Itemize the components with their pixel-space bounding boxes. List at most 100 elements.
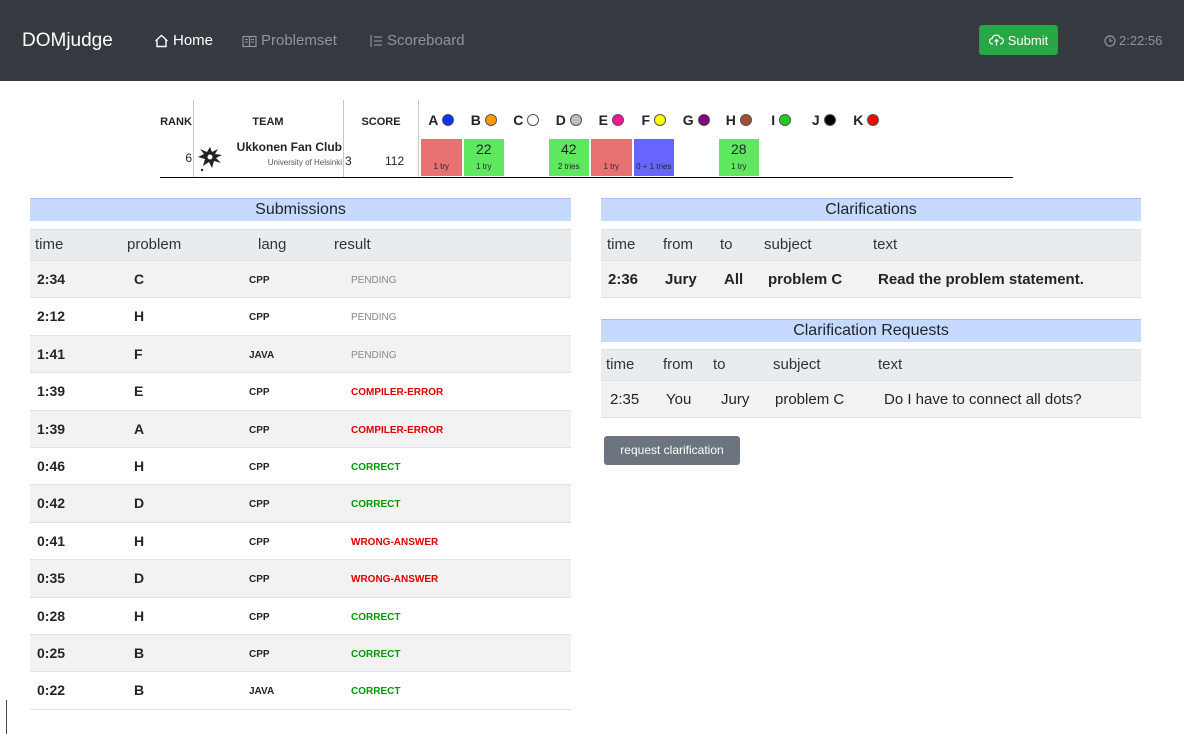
problem-cell-d[interactable]: 42 2 tries — [548, 139, 589, 176]
col-from: from — [663, 236, 693, 253]
balloon-icon — [779, 114, 792, 126]
problem-header-c[interactable]: C — [505, 100, 548, 140]
team-penalty: 112 — [385, 154, 405, 168]
submission-result: PENDING — [351, 349, 397, 361]
problem-label: F — [641, 112, 651, 128]
submission-problem: E — [134, 383, 144, 400]
problem-cell-e[interactable]: 1 try — [591, 139, 632, 176]
submission-row[interactable]: 0:42 D CPP CORRECT — [30, 485, 571, 523]
problem-header-e[interactable]: E — [590, 100, 633, 140]
rank-header: RANK — [160, 116, 192, 128]
submission-problem: H — [134, 308, 145, 325]
submission-row[interactable]: 0:35 D CPP WRONG-ANSWER — [30, 560, 571, 598]
problem-label: K — [853, 112, 864, 128]
problem-cell-i[interactable] — [761, 139, 802, 176]
clock-icon — [1104, 35, 1116, 47]
col-subject: subject — [764, 236, 812, 253]
nav-problemset[interactable]: Problemset — [242, 32, 337, 50]
submission-row[interactable]: 0:25 B CPP CORRECT — [30, 635, 571, 673]
clarification-request-row[interactable]: 2:35 You Jury problem C Do I have to con… — [601, 381, 1141, 418]
submission-time: 0:46 — [37, 458, 66, 474]
submit-button[interactable]: Submit — [979, 25, 1058, 55]
submission-time: 0:42 — [37, 495, 66, 512]
balloon-icon — [867, 114, 880, 126]
submission-row[interactable]: 1:41 F JAVA PENDING — [30, 335, 571, 374]
clarifications-table: time from to subject text 2:36 Jury All … — [601, 229, 1141, 299]
col-from: from — [663, 356, 693, 373]
request-clarification-button[interactable]: request clarification — [604, 436, 740, 465]
req-to: Jury — [721, 391, 750, 408]
submit-button-label: Submit — [1007, 32, 1049, 48]
submission-problem: H — [134, 607, 145, 624]
nav-scoreboard[interactable]: Scoreboard — [370, 32, 465, 50]
submission-result: COMPILER-ERROR — [351, 387, 444, 399]
problem-cell-h[interactable]: 28 1 try — [718, 139, 759, 176]
problem-header-h[interactable]: H — [718, 100, 761, 140]
problem-header-i[interactable]: I — [760, 100, 803, 140]
submission-lang: JAVA — [249, 349, 275, 361]
submission-row[interactable]: 0:22 B JAVA CORRECT — [30, 672, 571, 710]
balloon-icon — [611, 114, 624, 126]
problem-cell-c[interactable] — [506, 139, 547, 176]
submission-problem: B — [134, 682, 145, 699]
submission-time: 1:39 — [37, 420, 66, 437]
clarification-row[interactable]: 2:36 Jury All problem C Read the problem… — [601, 261, 1141, 298]
problem-label: E — [598, 112, 608, 128]
submission-result: WRONG-ANSWER — [351, 536, 439, 548]
submission-result: PENDING — [351, 312, 397, 324]
submission-lang: CPP — [249, 611, 270, 623]
book-icon — [242, 35, 257, 47]
req-time: 2:35 — [610, 391, 640, 408]
problem-header-f[interactable]: F — [633, 100, 676, 140]
problem-header-a[interactable]: A — [420, 100, 463, 140]
problem-header-j[interactable]: J — [803, 100, 846, 140]
team-header: TEAM — [252, 116, 284, 128]
nav-home[interactable]: Home — [154, 32, 213, 50]
submission-lang: CPP — [249, 499, 270, 511]
submission-row[interactable]: 0:46 H CPP CORRECT — [30, 448, 571, 486]
col-time: time — [606, 356, 635, 373]
problem-cell-k[interactable] — [846, 139, 887, 176]
submission-result: CORRECT — [351, 462, 401, 473]
university-crest-icon — [198, 147, 222, 172]
balloon-icon — [823, 114, 836, 126]
problem-label: B — [470, 112, 481, 128]
problem-header-k[interactable]: K — [845, 100, 888, 140]
submissions-header-row: time problem lang result — [30, 229, 571, 261]
problem-cell-g[interactable] — [676, 139, 717, 176]
req-subject: problem C — [775, 391, 845, 408]
tries-count: 1 try — [603, 162, 620, 171]
problem-header-d[interactable]: D — [548, 100, 591, 140]
submission-row[interactable]: 0:28 H CPP CORRECT — [30, 597, 571, 635]
submission-lang: CPP — [249, 275, 270, 286]
submissions-title: Submissions — [30, 198, 571, 221]
contest-clock: 2:22:56 — [1104, 33, 1162, 49]
team-name[interactable]: Ukkonen Fan Club — [222, 140, 342, 154]
submission-row[interactable]: 2:12 H CPP PENDING — [30, 298, 571, 336]
submission-row[interactable]: 0:41 H CPP WRONG-ANSWER — [30, 522, 571, 561]
problem-cell-b[interactable]: 22 1 try — [463, 139, 504, 176]
submission-lang: CPP — [249, 574, 270, 586]
solve-time: 22 — [475, 141, 492, 157]
balloon-icon — [569, 114, 582, 126]
submission-row[interactable]: 1:39 A CPP COMPILER-ERROR — [30, 410, 571, 448]
submission-row[interactable]: 2:34 C CPP PENDING — [30, 261, 571, 299]
submission-time: 2:34 — [37, 271, 66, 287]
submission-result: PENDING — [351, 275, 397, 286]
divider — [193, 100, 194, 178]
submission-result: COMPILER-ERROR — [351, 424, 444, 436]
clarification-requests-table: time from to subject text 2:35 You Jury … — [601, 349, 1141, 419]
submission-result: CORRECT — [351, 686, 401, 698]
submission-lang: CPP — [249, 387, 270, 399]
problem-header-b[interactable]: B — [463, 100, 506, 140]
problem-cell-a[interactable]: 1 try — [421, 139, 462, 176]
problem-cell-j[interactable] — [804, 139, 845, 176]
brand-logo[interactable]: DOMjudge — [22, 30, 113, 52]
col-lang: lang — [258, 236, 287, 253]
problem-label: H — [725, 112, 736, 128]
clarification-requests-title: Clarification Requests — [601, 319, 1141, 342]
problem-header-g[interactable]: G — [675, 100, 718, 140]
problem-cell-f[interactable]: 0 + 1 tries — [633, 139, 674, 176]
submission-row[interactable]: 1:39 E CPP COMPILER-ERROR — [30, 373, 571, 411]
submission-problem: H — [134, 532, 145, 549]
